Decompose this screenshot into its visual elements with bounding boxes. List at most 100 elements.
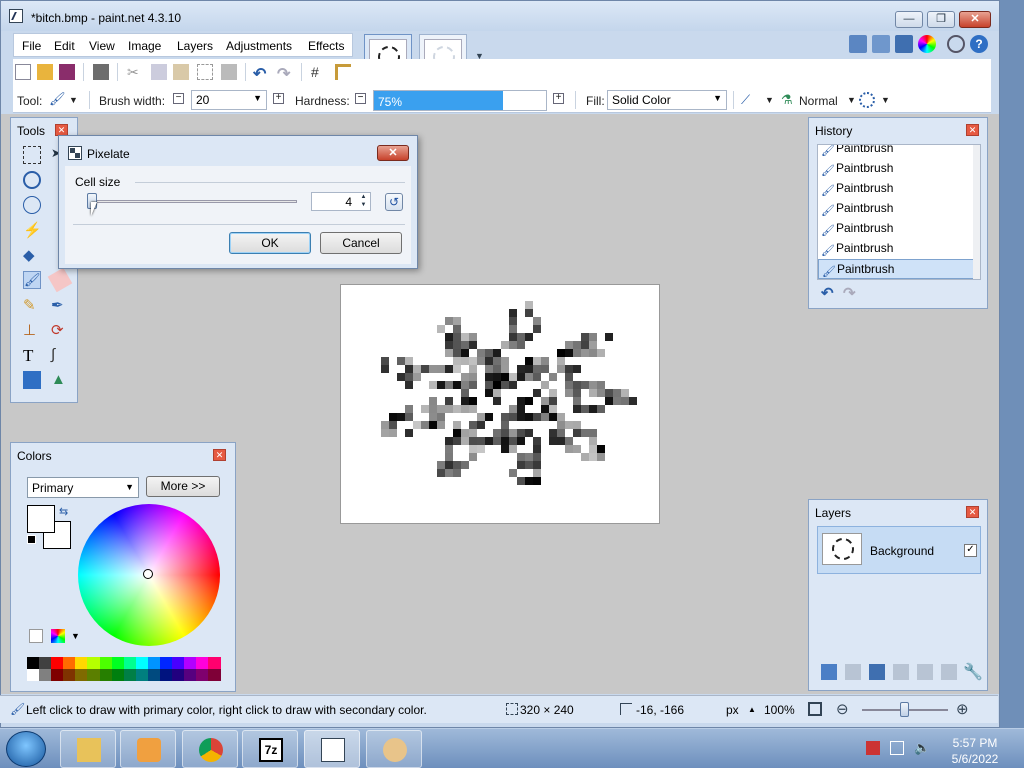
selection-mode-dropdown-icon[interactable]: ▼ bbox=[881, 95, 890, 105]
hardness-decrease-button[interactable]: − bbox=[355, 93, 366, 104]
merge-layer-icon[interactable] bbox=[893, 664, 909, 680]
cancel-button[interactable]: Cancel bbox=[320, 232, 402, 254]
cell-size-slider-track[interactable] bbox=[87, 200, 297, 203]
help-icon[interactable]: ? bbox=[970, 35, 988, 53]
history-item[interactable]: 🖌 Paintbrush bbox=[818, 199, 980, 219]
clone-stamp-icon[interactable]: ⊥ bbox=[23, 321, 41, 339]
open-file-icon[interactable] bbox=[37, 64, 53, 80]
eraser-icon[interactable] bbox=[47, 267, 73, 293]
palette-swatch[interactable] bbox=[99, 657, 112, 669]
palette-swatch[interactable] bbox=[196, 657, 209, 669]
palette-swatch[interactable] bbox=[39, 669, 52, 681]
taskbar-explorer[interactable] bbox=[60, 730, 116, 768]
tools-window-icon[interactable] bbox=[849, 35, 867, 53]
palette-swatch[interactable] bbox=[172, 657, 185, 669]
ellipse-select-icon[interactable] bbox=[23, 196, 41, 214]
layer-item-background[interactable]: Background ✓ bbox=[817, 526, 981, 574]
volume-icon[interactable]: 🔈 bbox=[914, 741, 930, 755]
menu-adjustments[interactable]: Adjustments bbox=[226, 39, 292, 53]
palette-swatch[interactable] bbox=[27, 669, 40, 681]
rectangle-select-icon[interactable] bbox=[23, 146, 41, 164]
rulers-icon[interactable] bbox=[335, 64, 351, 80]
print-icon[interactable] bbox=[93, 64, 109, 80]
palette-swatch[interactable] bbox=[99, 669, 112, 681]
zoom-to-window-icon[interactable] bbox=[808, 702, 822, 716]
color-palette[interactable] bbox=[27, 657, 221, 681]
more-colors-button[interactable]: More >> bbox=[146, 476, 220, 497]
text-tool-icon[interactable]: T bbox=[23, 346, 41, 365]
brush-width-decrease-button[interactable]: − bbox=[173, 93, 184, 104]
network-icon[interactable] bbox=[890, 741, 904, 755]
redo-icon[interactable]: ↷ bbox=[277, 64, 293, 83]
color-wheel[interactable] bbox=[78, 504, 220, 646]
dialog-close-button[interactable]: ✕ bbox=[377, 145, 409, 161]
palette-swatch[interactable] bbox=[184, 669, 197, 681]
palette-swatch[interactable] bbox=[63, 669, 76, 681]
taskbar-media-player[interactable] bbox=[120, 730, 176, 768]
taskbar-paintnet[interactable] bbox=[304, 730, 360, 768]
swap-colors-icon[interactable]: ⇆ bbox=[59, 505, 68, 518]
color-picker-icon[interactable]: ✒ bbox=[51, 296, 69, 314]
crop-icon[interactable] bbox=[197, 64, 213, 80]
palette-menu-icon[interactable] bbox=[51, 629, 65, 643]
new-file-icon[interactable] bbox=[15, 64, 31, 80]
palette-swatch[interactable] bbox=[51, 657, 64, 669]
palette-swatch[interactable] bbox=[75, 669, 88, 681]
settings-gear-icon[interactable] bbox=[947, 35, 965, 53]
palette-swatch[interactable] bbox=[27, 657, 40, 669]
palette-swatch[interactable] bbox=[123, 669, 136, 681]
move-layer-up-icon[interactable] bbox=[917, 664, 933, 680]
brush-width-input[interactable]: 20 ▼ bbox=[191, 90, 267, 110]
cell-size-spinner[interactable]: ▲ ▼ bbox=[357, 193, 370, 210]
duplicate-layer-icon[interactable] bbox=[869, 664, 885, 680]
history-undo-icon[interactable]: ↶ bbox=[821, 284, 834, 302]
brush-width-increase-button[interactable]: + bbox=[273, 93, 284, 104]
reset-cell-size-icon[interactable]: ↺ bbox=[385, 193, 403, 211]
add-layer-icon[interactable] bbox=[821, 664, 837, 680]
layers-panel-close-icon[interactable]: ✕ bbox=[966, 506, 979, 518]
palette-swatch[interactable] bbox=[135, 669, 148, 681]
blend-mode-dropdown-icon[interactable]: ▼ bbox=[847, 95, 856, 105]
lasso-select-icon[interactable] bbox=[23, 171, 41, 189]
palette-swatch[interactable] bbox=[135, 657, 148, 669]
minimize-button[interactable]: — bbox=[895, 11, 923, 28]
paste-icon[interactable] bbox=[173, 64, 189, 80]
hardness-increase-button[interactable]: + bbox=[553, 93, 564, 104]
magic-wand-icon[interactable]: ⚡ bbox=[23, 221, 42, 239]
hardness-slider[interactable]: 75% bbox=[373, 90, 547, 111]
close-button[interactable]: ✕ bbox=[959, 11, 991, 28]
menu-image[interactable]: Image bbox=[128, 39, 161, 53]
menu-layers[interactable]: Layers bbox=[177, 39, 213, 53]
blend-mode-icon[interactable]: ⚗ bbox=[781, 92, 797, 108]
move-layer-down-icon[interactable] bbox=[941, 664, 957, 680]
deselect-icon[interactable] bbox=[221, 64, 237, 80]
history-item[interactable]: 🖌 Paintbrush bbox=[818, 145, 980, 159]
paint-bucket-icon[interactable]: ◆ bbox=[23, 246, 41, 264]
menu-effects[interactable]: Effects bbox=[308, 39, 344, 53]
cut-icon[interactable]: ✂ bbox=[127, 64, 143, 80]
palette-swatch[interactable] bbox=[39, 657, 52, 669]
zoom-in-icon[interactable]: ⊕ bbox=[956, 700, 969, 718]
action-center-icon[interactable] bbox=[866, 741, 880, 755]
fill-select[interactable]: Solid Color ▼ bbox=[607, 90, 727, 110]
recolor-icon[interactable]: ⟳ bbox=[51, 321, 69, 339]
palette-swatch[interactable] bbox=[184, 657, 197, 669]
palette-swatch[interactable] bbox=[123, 657, 136, 669]
maximize-button[interactable]: ❐ bbox=[927, 11, 955, 28]
history-item[interactable]: 🖌 Paintbrush bbox=[818, 159, 980, 179]
selection-mode-icon[interactable] bbox=[859, 92, 875, 108]
menu-file[interactable]: File bbox=[22, 39, 41, 53]
antialiasing-dropdown-icon[interactable]: ▼ bbox=[765, 95, 774, 105]
shapes-icon[interactable] bbox=[23, 371, 41, 389]
color-wheel-cursor[interactable] bbox=[143, 569, 153, 579]
history-scrollbar[interactable] bbox=[973, 145, 980, 279]
palette-swatch[interactable] bbox=[147, 657, 161, 669]
history-panel-close-icon[interactable]: ✕ bbox=[966, 124, 979, 136]
title-bar[interactable]: *bitch.bmp - paint.net 4.3.10 — ❐ ✕ bbox=[1, 1, 999, 31]
primary-color-swatch[interactable] bbox=[27, 505, 55, 533]
pixel-grid-icon[interactable]: # bbox=[311, 64, 327, 80]
history-item-selected[interactable]: 🖌 Paintbrush bbox=[818, 259, 980, 279]
palette-swatch[interactable] bbox=[172, 669, 185, 681]
tool-dropdown-icon[interactable]: ▼ bbox=[69, 95, 78, 105]
copy-icon[interactable] bbox=[151, 64, 167, 80]
